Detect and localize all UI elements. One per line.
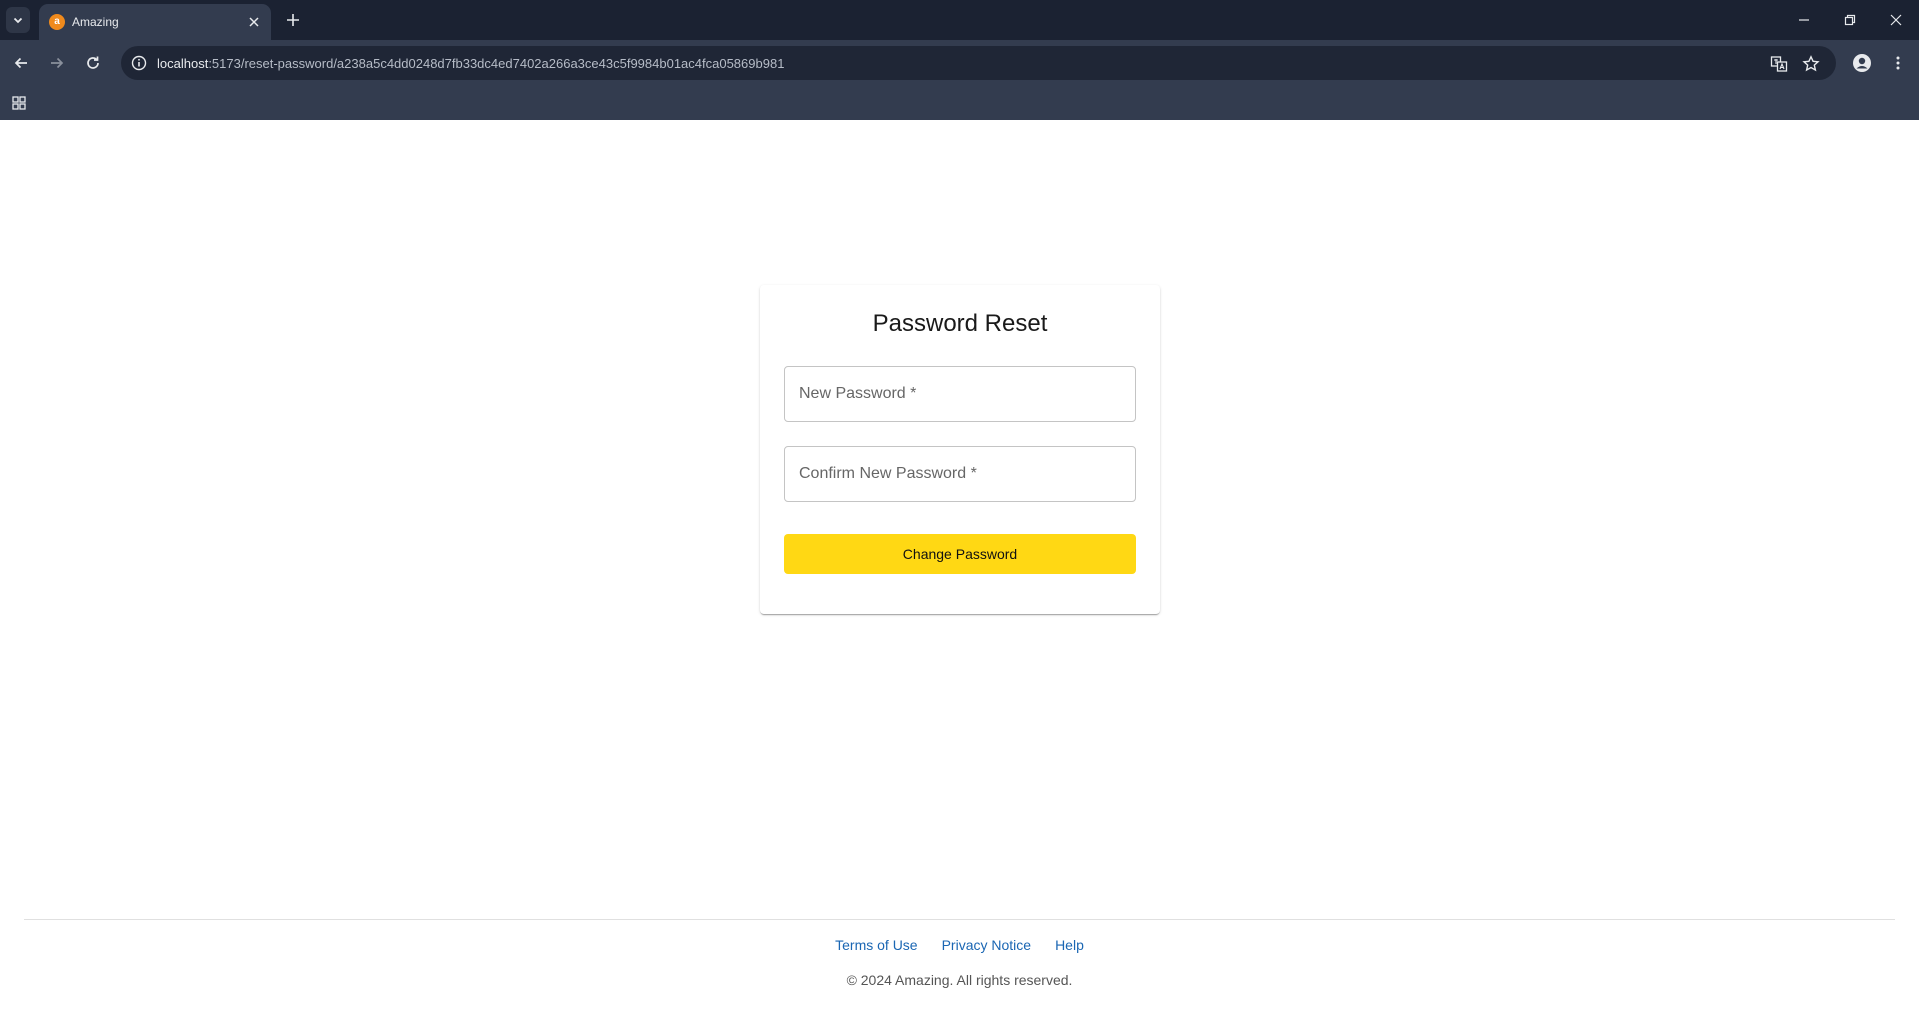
plus-icon	[287, 14, 299, 26]
browser-toolbar: localhost:5173/reset-password/a238a5c4dd…	[0, 40, 1919, 86]
arrow-left-icon	[14, 57, 27, 69]
site-info-icon[interactable]	[130, 54, 148, 72]
confirm-password-field[interactable]	[784, 446, 1136, 502]
browser-tab-active[interactable]: a Amazing	[39, 4, 271, 40]
new-tab-button[interactable]	[282, 9, 304, 31]
apps-grid-icon[interactable]	[10, 94, 28, 112]
reload-icon	[87, 56, 99, 69]
tab-search-button[interactable]	[6, 7, 30, 33]
url-text[interactable]: localhost:5173/reset-password/a238a5c4dd…	[157, 56, 784, 71]
change-password-button[interactable]: Change Password	[784, 534, 1136, 574]
minimize-button[interactable]	[1781, 0, 1827, 40]
close-icon	[1890, 14, 1902, 26]
profile-icon	[1853, 54, 1871, 72]
tab-close-button[interactable]	[245, 13, 263, 31]
close-icon	[249, 17, 259, 27]
copyright-text: © 2024 Amazing. All rights reserved.	[846, 972, 1073, 988]
kebab-menu-icon	[1896, 56, 1900, 70]
window-close-button[interactable]	[1873, 0, 1919, 40]
privacy-notice-link[interactable]: Privacy Notice	[942, 937, 1031, 953]
new-password-field[interactable]	[784, 366, 1136, 422]
chevron-down-icon	[13, 17, 23, 24]
minimize-icon	[1799, 19, 1809, 21]
address-bar[interactable]: localhost:5173/reset-password/a238a5c4dd…	[121, 46, 1836, 80]
url-path: :5173/reset-password/a238a5c4dd0248d7fb3…	[208, 56, 785, 71]
amazing-favicon-icon: a	[49, 14, 65, 30]
footer-links: Terms of Use Privacy Notice Help	[0, 937, 1919, 953]
bookmark-star-icon[interactable]	[1801, 54, 1821, 74]
page-title: Password Reset	[872, 310, 1048, 337]
back-button[interactable]	[9, 51, 33, 75]
new-password-input[interactable]	[785, 367, 1135, 421]
confirm-password-input[interactable]	[785, 447, 1135, 501]
browser-menu-button[interactable]	[1886, 51, 1910, 75]
help-link[interactable]: Help	[1055, 937, 1084, 953]
bookmarks-bar	[0, 86, 1919, 120]
password-reset-card: Password Reset Change Password	[760, 285, 1160, 614]
forward-button[interactable]	[45, 51, 69, 75]
footer-divider	[24, 919, 1895, 920]
url-host: localhost	[157, 56, 209, 71]
reload-button[interactable]	[81, 51, 105, 75]
page-content: Password Reset Change Password Terms of …	[0, 120, 1919, 1029]
restore-button[interactable]	[1827, 0, 1873, 40]
profile-button[interactable]	[1850, 51, 1874, 75]
translate-icon[interactable]	[1769, 54, 1789, 74]
arrow-right-icon	[51, 57, 64, 69]
browser-tabstrip: a Amazing	[0, 0, 1919, 40]
tab-title: Amazing	[72, 15, 119, 29]
restore-icon	[1844, 14, 1856, 26]
terms-of-use-link[interactable]: Terms of Use	[835, 937, 917, 953]
